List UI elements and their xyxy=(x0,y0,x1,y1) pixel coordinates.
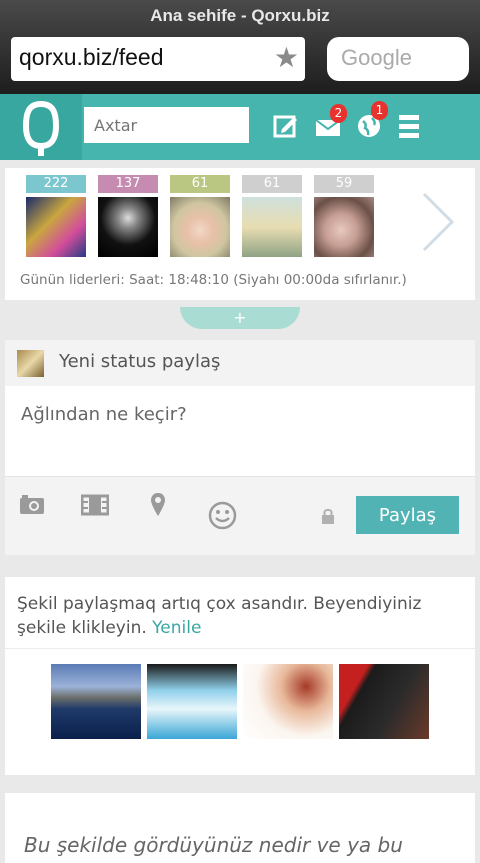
leader-score: 222 xyxy=(26,175,86,193)
status-textarea[interactable]: Ağlından ne keçir? xyxy=(5,386,475,477)
photo-thumbnail[interactable] xyxy=(243,664,333,739)
chevron-right-icon[interactable] xyxy=(420,192,456,256)
menu-icon[interactable] xyxy=(397,112,425,140)
lock-icon[interactable] xyxy=(321,508,335,529)
camera-icon[interactable] xyxy=(19,494,45,520)
status-placeholder: Ağlından ne keçir? xyxy=(21,404,187,425)
leaders-info: Günün liderleri: Saat: 18:48:10 (Siyahı … xyxy=(20,272,407,288)
edit-icon[interactable] xyxy=(272,112,300,140)
browser-chrome: Ana sehife - Qorxu.biz qorxu.biz/feed ★ … xyxy=(0,0,480,94)
photo-share-text: Şekil paylaşmaq artıq çox asandır. Beyen… xyxy=(17,592,467,640)
leader-score: 61 xyxy=(242,175,302,193)
browser-search-placeholder: Google xyxy=(341,45,412,70)
messages-badge: 2 xyxy=(330,104,347,123)
window-title: Ana sehife - Qorxu.biz xyxy=(150,6,330,25)
user-avatar xyxy=(17,350,44,377)
leader-avatar[interactable] xyxy=(98,197,158,257)
photo-thumbnail[interactable] xyxy=(147,664,237,739)
notifications-badge: 1 xyxy=(371,101,388,120)
share-button[interactable]: Paylaş xyxy=(356,496,459,534)
site-search-input[interactable] xyxy=(84,107,249,143)
browser-search-box[interactable]: Google xyxy=(327,37,469,81)
photo-thumbnail[interactable] xyxy=(339,664,429,739)
video-icon[interactable] xyxy=(80,494,110,520)
refresh-link[interactable]: Yenile xyxy=(152,618,201,638)
leader-score: 61 xyxy=(170,175,230,193)
leader-score: 59 xyxy=(314,175,374,193)
location-pin-icon[interactable] xyxy=(149,492,167,522)
status-title: Yeni status paylaş xyxy=(59,351,221,372)
expand-button[interactable]: + xyxy=(180,307,300,329)
question-text: Bu şekilde gördüyünüz nedir ve ya bu xyxy=(24,833,403,857)
leader-avatar[interactable] xyxy=(26,197,86,257)
site-header: 2 1 xyxy=(0,94,480,160)
leader-score: 137 xyxy=(98,175,158,193)
url-bar[interactable]: qorxu.biz/feed ★ xyxy=(11,37,305,81)
leader-avatar[interactable] xyxy=(242,197,302,257)
status-header: Yeni status paylaş xyxy=(5,340,475,386)
photo-thumbnail[interactable] xyxy=(51,664,141,739)
leader-avatar[interactable] xyxy=(170,197,230,257)
smiley-icon[interactable] xyxy=(208,501,237,534)
leader-avatar[interactable] xyxy=(314,197,374,257)
photo-share-message: Şekil paylaşmaq artıq çox asandır. Beyen… xyxy=(17,594,422,638)
url-text: qorxu.biz/feed xyxy=(19,44,164,70)
qorxu-logo-icon[interactable] xyxy=(0,94,82,160)
bookmark-star-icon[interactable]: ★ xyxy=(274,43,299,73)
divider xyxy=(5,648,475,649)
